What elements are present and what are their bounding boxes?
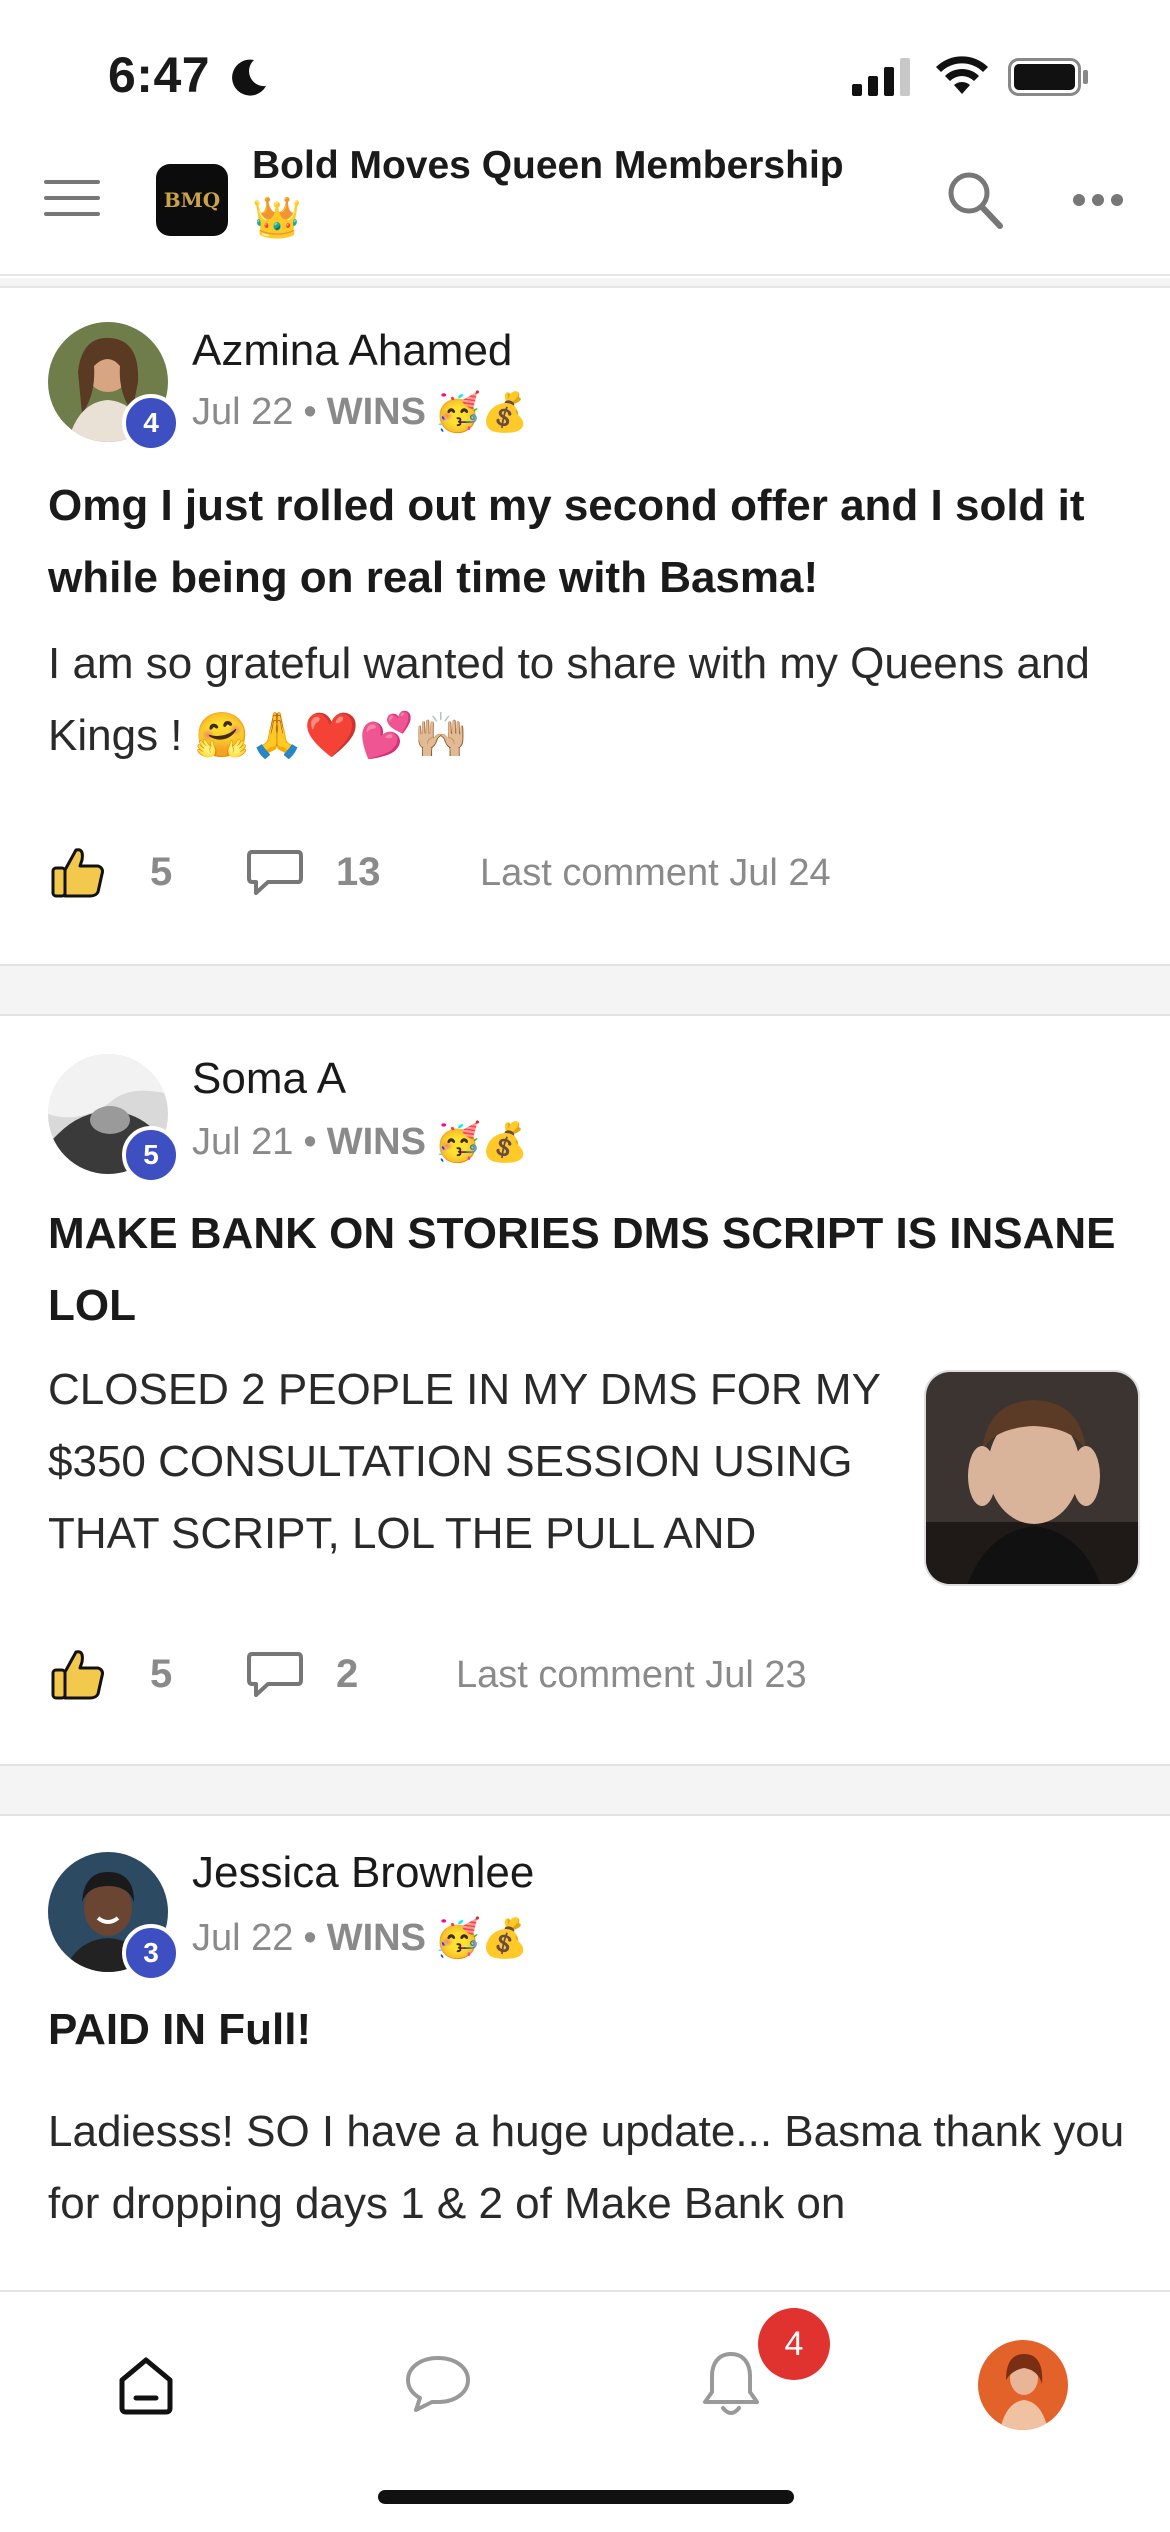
notification-count-badge: 4	[758, 2308, 830, 2380]
post-date: Jul 21	[192, 1121, 294, 1163]
more-options-icon[interactable]	[1072, 192, 1124, 208]
crown-emoji: 👑	[252, 196, 302, 240]
like-count: 5	[150, 850, 173, 894]
category-emoji: 🥳💰	[433, 1916, 529, 1960]
community-title-text: Bold Moves Queen Membership	[252, 144, 844, 187]
post-category[interactable]: WINS	[327, 1121, 426, 1164]
like-count: 5	[150, 1652, 173, 1696]
category-emoji: 🥳💰	[433, 1120, 529, 1164]
post-card[interactable]: 3 Jessica Brownlee Jul 22 • WINS 🥳💰 PAID…	[0, 1818, 1170, 2290]
post-date: Jul 22	[192, 391, 294, 433]
status-time: 6:47	[108, 47, 211, 103]
meta-separator: •	[303, 391, 317, 433]
post-card[interactable]: 4 Azmina Ahamed Jul 22 • WINS 🥳💰 Omg I j…	[0, 290, 1170, 962]
post-body[interactable]: I am so grateful wanted to share with my…	[48, 628, 1128, 772]
thumbs-up-icon[interactable]	[50, 844, 106, 900]
status-bar: 6:47	[0, 0, 1170, 140]
post-date: Jul 22	[192, 1917, 294, 1959]
home-tab-icon[interactable]	[114, 2354, 178, 2418]
post-card[interactable]: 5 Soma A Jul 21 • WINS 🥳💰 MAKE BANK ON S…	[0, 1018, 1170, 1762]
notifications-tab-icon[interactable]	[700, 2348, 762, 2420]
last-comment: Last comment Jul 23	[456, 1654, 807, 1696]
home-indicator	[378, 2490, 794, 2504]
comment-icon[interactable]	[246, 1650, 304, 1700]
battery-icon	[1008, 58, 1088, 96]
post-body[interactable]: CLOSED 2 PEOPLE IN MY DMS FOR MY $350 CO…	[48, 1354, 908, 1570]
post-title[interactable]: MAKE BANK ON STORIES DMS SCRIPT IS INSAN…	[48, 1198, 1138, 1342]
author-name[interactable]: Azmina Ahamed	[192, 326, 512, 376]
header-divider	[0, 278, 1170, 288]
meta-separator: •	[303, 1121, 317, 1163]
level-badge: 3	[122, 1924, 180, 1982]
cellular-signal-icon	[852, 58, 910, 96]
post-meta: Jul 22 • WINS 🥳💰	[192, 390, 529, 435]
wifi-icon	[936, 56, 988, 94]
hamburger-menu-icon[interactable]	[44, 178, 100, 218]
post-meta: Jul 22 • WINS 🥳💰	[192, 1916, 529, 1961]
author-name[interactable]: Jessica Brownlee	[192, 1848, 534, 1898]
post-image-thumbnail[interactable]	[924, 1370, 1140, 1586]
chat-tab-icon[interactable]	[404, 2354, 472, 2414]
meta-separator: •	[303, 1917, 317, 1959]
post-title[interactable]: Omg I just rolled out my second offer an…	[48, 470, 1138, 614]
community-title[interactable]: Bold Moves Queen Membership 👑	[252, 140, 892, 244]
post-meta: Jul 21 • WINS 🥳💰	[192, 1120, 529, 1165]
profile-tab-avatar[interactable]	[978, 2340, 1068, 2430]
thumbs-up-icon[interactable]	[50, 1646, 106, 1702]
post-divider	[0, 964, 1170, 1016]
level-badge: 4	[122, 394, 180, 452]
moon-icon	[232, 59, 266, 96]
community-logo[interactable]: BMQ	[156, 164, 228, 236]
post-divider	[0, 1764, 1170, 1816]
post-actions: 5 13 Last comment Jul 24	[48, 838, 1138, 908]
comment-count: 2	[336, 1652, 359, 1696]
post-body[interactable]: Ladiesss! SO I have a huge update... Bas…	[48, 2096, 1128, 2240]
post-category[interactable]: WINS	[327, 1917, 426, 1960]
level-badge: 5	[122, 1126, 180, 1184]
category-emoji: 🥳💰	[433, 390, 529, 434]
comment-icon[interactable]	[246, 848, 304, 898]
author-name[interactable]: Soma A	[192, 1054, 346, 1104]
post-actions: 5 2 Last comment Jul 23	[48, 1640, 1138, 1710]
logo-text: BMQ	[163, 188, 221, 212]
post-title[interactable]: PAID IN Full!	[48, 1994, 1138, 2066]
post-category[interactable]: WINS	[327, 391, 426, 434]
search-icon[interactable]	[946, 170, 1004, 230]
last-comment: Last comment Jul 24	[480, 852, 831, 894]
comment-count: 13	[336, 850, 381, 894]
